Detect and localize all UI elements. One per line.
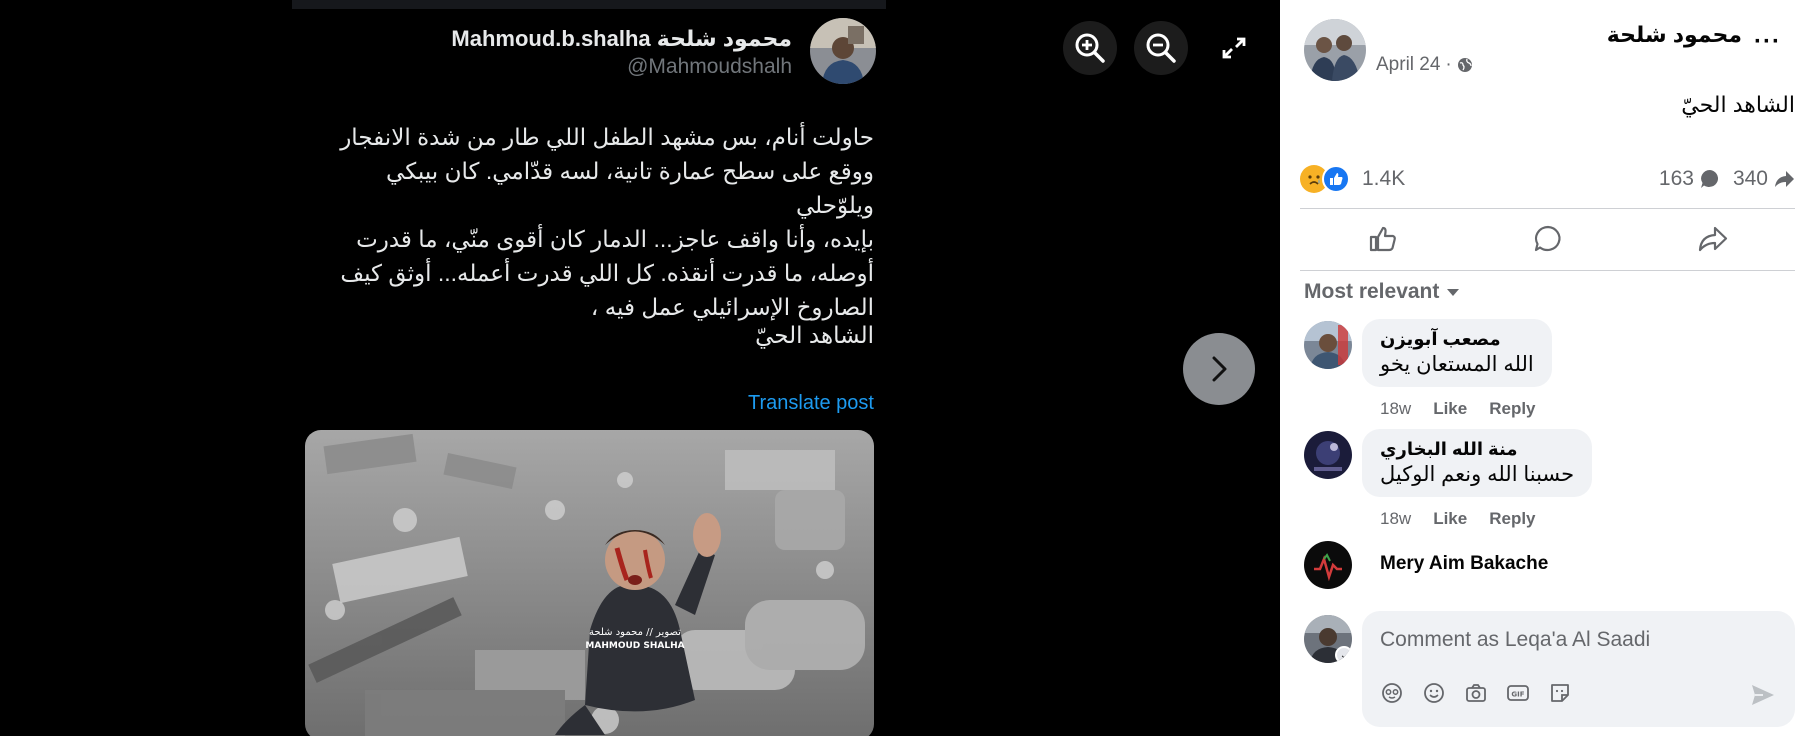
photo-watermark-en: MAHMOUD SHALHA [585,641,684,651]
post-date[interactable]: April 24 [1376,54,1440,76]
post-text: الشاهد الحيّ [1681,92,1795,117]
caret-down-icon [1447,289,1460,296]
tweet-top-strip [292,0,886,9]
fullscreen-icon [1222,37,1246,59]
tweet-tagline: الشاهد الحيّ [755,322,874,348]
fullscreen-button[interactable] [1207,21,1261,75]
reactions-summary[interactable]: 1.4K [1300,165,1405,193]
like-reaction-icon [1322,165,1350,193]
svg-text:GIF: GIF [1511,691,1524,699]
tweet-body-text: حاولت أنام، بس مشهد الطفل اللي طار من شد… [340,124,874,320]
share-icon [1775,171,1794,187]
translate-post-link[interactable]: Translate post [748,392,874,415]
tweet-photo[interactable]: تصوير // محمود شلحة MAHMOUD SHALHA [305,430,874,736]
photo-watermark-ar: تصوير // محمود شلحة [589,627,681,638]
photo-viewer: Mahmoud.b.shalha محمود شلحة @Mahmoudshal… [0,0,1280,736]
reactions-count: 1.4K [1362,167,1406,190]
current-user-avatar[interactable]: ⌄ [1304,615,1352,663]
shares-count-stat[interactable]: 340 [1733,167,1795,191]
comment-bubble: مصعب آبويزن الله المستعان يخو [1362,319,1552,387]
divider [1300,270,1795,271]
camera-icon[interactable] [1462,679,1490,707]
shares-count: 340 [1732,167,1768,190]
globe-icon [1457,58,1472,72]
meta-separator: · [1445,54,1452,75]
comment-text: حسبنا الله ونعم الوكيل [1380,463,1575,486]
tweet-author-handle[interactable]: @Mahmoudshalh [627,55,792,79]
like-button[interactable] [1323,216,1443,262]
comment-button[interactable] [1488,216,1608,262]
comment-text: الله المستعان يخو [1380,353,1534,376]
post-panel: محمود شلحة ··· April 24 · الشاهد الحيّ 1… [1280,0,1819,736]
commenter-name[interactable]: منة الله البخاري [1380,439,1574,460]
share-button[interactable] [1653,216,1773,262]
sort-label: Most relevant [1304,280,1440,303]
comment-time[interactable]: 18w [1380,399,1411,419]
comment-time[interactable]: 18w [1380,509,1411,529]
share-arrow-icon [1698,226,1727,252]
comment-like-button[interactable]: Like [1433,399,1467,419]
post-author-name[interactable]: محمود شلحة [1607,22,1742,48]
post-author-avatar[interactable] [1304,19,1366,81]
composer-tools: GIF [1378,679,1574,707]
chevron-right-icon [1212,356,1227,382]
comments-count-stat[interactable]: 163 [1659,167,1721,191]
zoom-in-button[interactable] [1063,21,1117,75]
emoji-icon[interactable] [1420,679,1448,707]
commenter-avatar[interactable] [1304,321,1352,369]
comments-count: 163 [1658,167,1694,190]
comment-reply-button[interactable]: Reply [1489,399,1535,419]
thumbs-up-icon [1369,226,1396,252]
comment-like-button[interactable]: Like [1433,509,1467,529]
commenter-avatar[interactable] [1304,541,1352,589]
avatar-sticker-icon[interactable] [1378,679,1406,707]
tweet-author-name: Mahmoud.b.shalha محمود شلحة [451,26,792,51]
comment-composer[interactable]: Comment as Leqa'a Al Saadi GIF [1362,611,1795,727]
embedded-tweet: Mahmoud.b.shalha محمود شلحة @Mahmoudshal… [292,9,886,736]
comment-meta: 18w Like Reply [1380,399,1536,419]
sticker-icon[interactable] [1546,679,1574,707]
post-stats: 163 340 [1659,167,1795,191]
comment-reply-button[interactable]: Reply [1489,509,1535,529]
commenter-name[interactable]: مصعب آبويزن [1380,329,1534,350]
zoom-out-button[interactable] [1134,21,1188,75]
comment-input[interactable]: Comment as Leqa'a Al Saadi [1380,628,1650,652]
gif-icon[interactable]: GIF [1504,679,1532,707]
comment-sort-dropdown[interactable]: Most relevant [1304,280,1461,304]
zoom-in-icon [1075,33,1105,63]
more-options-icon[interactable]: ··· [1754,28,1781,56]
commenter-avatar[interactable] [1304,431,1352,479]
next-photo-button[interactable] [1183,333,1255,405]
comment-bubble-icon [1534,225,1560,252]
comment-icon [1700,170,1718,188]
post-meta: April 24 · [1376,54,1473,76]
profile-switch-chevron-icon[interactable]: ⌄ [1335,646,1352,663]
post-actions [1300,210,1795,268]
tweet-avatar [810,18,876,84]
zoom-out-icon [1146,33,1176,63]
divider [1300,208,1795,209]
comment-meta: 18w Like Reply [1380,509,1536,529]
commenter-name[interactable]: Mery Aim Bakache [1380,553,1548,575]
send-icon[interactable] [1749,681,1777,709]
comment-bubble: منة الله البخاري حسبنا الله ونعم الوكيل [1362,429,1593,497]
